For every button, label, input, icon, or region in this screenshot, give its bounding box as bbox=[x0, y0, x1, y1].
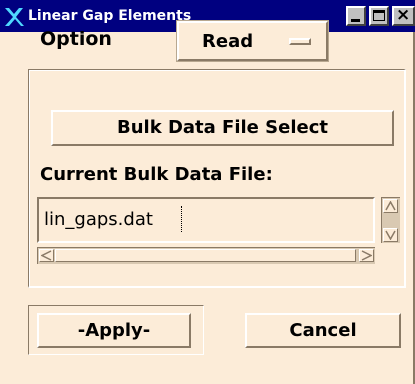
arrow-up-icon bbox=[385, 201, 396, 211]
scroll-up-button[interactable] bbox=[383, 199, 398, 213]
bulk-data-file-select-button[interactable]: Bulk Data File Select bbox=[51, 110, 394, 146]
current-bulk-data-file-field[interactable]: lin_gaps.dat bbox=[37, 197, 375, 243]
arrow-down-icon bbox=[385, 230, 396, 240]
vertical-scrollbar[interactable] bbox=[381, 197, 400, 243]
text-caret bbox=[181, 206, 183, 232]
current-bulk-data-file-value: lin_gaps.dat bbox=[44, 209, 153, 230]
horizontal-scrollbar[interactable] bbox=[37, 247, 375, 264]
current-bulk-data-file-label: Current Bulk Data File: bbox=[40, 164, 273, 185]
scroll-left-button[interactable] bbox=[39, 249, 54, 262]
scroll-down-button[interactable] bbox=[383, 228, 398, 242]
close-button[interactable]: × bbox=[392, 5, 415, 26]
option-menu-indicator-icon bbox=[289, 38, 311, 45]
window-title: Linear Gap Elements bbox=[28, 8, 192, 24]
close-icon: × bbox=[396, 5, 411, 25]
x-logo-icon[interactable] bbox=[3, 6, 25, 28]
cancel-button[interactable]: Cancel bbox=[245, 313, 401, 348]
arrow-left-icon bbox=[41, 250, 52, 261]
option-label: Option bbox=[40, 28, 112, 50]
linear-gap-elements-window: Linear Gap Elements × Option Read Bulk D… bbox=[0, 0, 415, 384]
scroll-right-button[interactable] bbox=[359, 249, 374, 262]
horizontal-scroll-thumb[interactable] bbox=[55, 249, 356, 262]
option-menu-button[interactable]: Read bbox=[177, 21, 328, 61]
arrow-right-icon bbox=[361, 250, 372, 261]
maximize-icon bbox=[373, 10, 385, 21]
minimize-button[interactable] bbox=[346, 6, 366, 26]
maximize-button[interactable] bbox=[369, 6, 389, 26]
minimize-icon bbox=[351, 19, 360, 22]
apply-button[interactable]: -Apply- bbox=[37, 313, 191, 348]
option-selected-value: Read bbox=[202, 31, 254, 52]
